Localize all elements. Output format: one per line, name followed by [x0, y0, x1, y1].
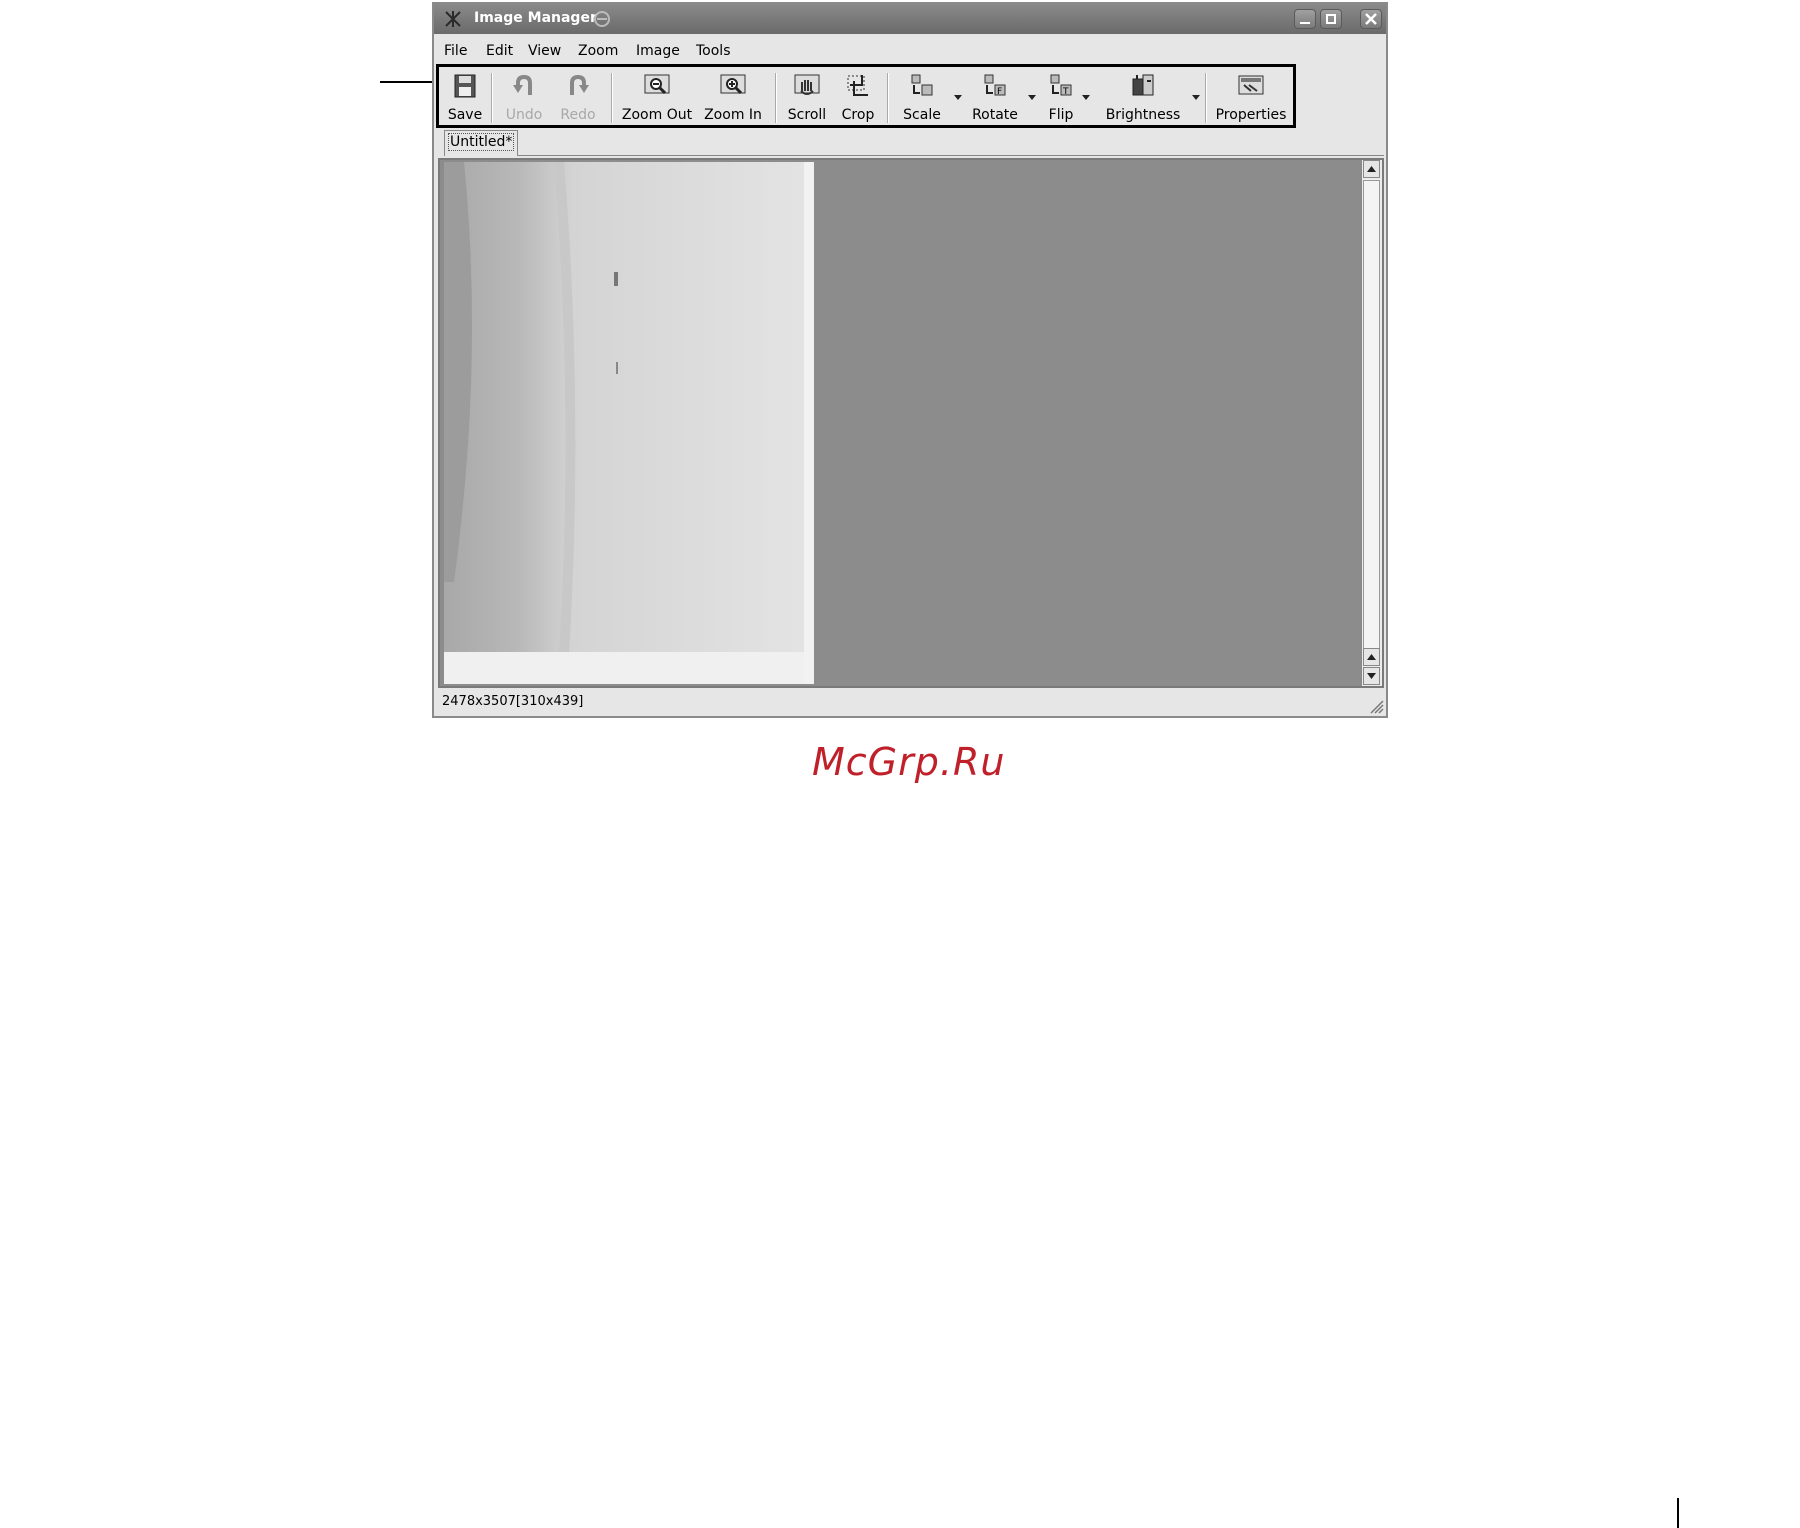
scrollbar-thumb[interactable] — [1363, 180, 1380, 656]
scale-label: Scale — [903, 107, 941, 123]
title-bar[interactable]: Image Manager — [434, 4, 1386, 34]
zoom-in-label: Zoom In — [704, 107, 762, 123]
hand-scroll-icon — [794, 74, 820, 95]
flip-dropdown-icon[interactable] — [1081, 93, 1091, 101]
toolbar-separator — [491, 73, 493, 123]
svg-text:F: F — [997, 87, 1002, 97]
toolbar-separator — [611, 73, 613, 123]
properties-button[interactable]: Properties — [1211, 71, 1291, 123]
flip-label: Flip — [1048, 107, 1074, 123]
arrow-up-icon — [1367, 654, 1376, 660]
scale-dropdown-icon[interactable] — [953, 93, 963, 101]
resize-grip-icon[interactable] — [1370, 700, 1384, 714]
brightness-button[interactable]: Brightness — [1095, 71, 1191, 123]
zoom-in-button[interactable]: Zoom In — [699, 71, 767, 123]
save-label: Save — [447, 107, 483, 123]
redo-label: Redo — [560, 107, 596, 123]
flip-icon: T — [1050, 74, 1072, 97]
brightness-icon — [1132, 74, 1154, 96]
zoom-out-label: Zoom Out — [621, 107, 693, 123]
toolbar-separator — [887, 73, 889, 123]
image-manager-window: Image Manager File Edit View Zoom Image … — [432, 2, 1388, 718]
shade-icon[interactable] — [592, 9, 612, 29]
menu-file[interactable]: File — [444, 43, 467, 59]
rotate-dropdown-icon[interactable] — [1027, 93, 1037, 101]
flip-button[interactable]: T Flip — [1039, 71, 1083, 123]
rotate-icon: F — [984, 74, 1006, 97]
svg-text:T: T — [1062, 87, 1069, 97]
scale-button[interactable]: Scale — [895, 71, 949, 123]
save-button[interactable]: Save — [443, 71, 487, 123]
scroll-down-button[interactable] — [1363, 667, 1380, 685]
menu-edit[interactable]: Edit — [486, 43, 513, 59]
zoom-out-icon — [644, 74, 670, 95]
scale-icon — [911, 74, 933, 96]
scroll-up-button[interactable] — [1363, 160, 1380, 178]
menu-zoom[interactable]: Zoom — [578, 43, 618, 59]
minimize-button[interactable] — [1294, 9, 1316, 29]
undo-label: Undo — [505, 107, 543, 123]
tab-label: Untitled* — [448, 133, 515, 151]
maximize-icon — [1326, 14, 1336, 24]
toolbar: Save Undo Redo Zoom Out Zoom In Scroll C… — [436, 64, 1296, 128]
close-icon — [1365, 13, 1377, 25]
close-button[interactable] — [1360, 9, 1382, 29]
vertical-scrollbar[interactable] — [1361, 160, 1382, 686]
tab-divider — [518, 155, 1384, 156]
properties-label: Properties — [1215, 107, 1287, 123]
brightness-dropdown-icon[interactable] — [1191, 93, 1201, 101]
floppy-disk-icon — [454, 74, 476, 98]
redo-button[interactable]: Redo — [551, 71, 605, 123]
maximize-button[interactable] — [1320, 9, 1342, 29]
tab-untitled[interactable]: Untitled* — [444, 130, 518, 156]
scroll-up-button-lower[interactable] — [1363, 648, 1380, 666]
toolbar-separator — [775, 73, 777, 123]
rotate-label: Rotate — [972, 107, 1018, 123]
status-text: 2478x3507[310x439] — [442, 694, 584, 709]
callout-line — [380, 81, 436, 83]
arrow-up-icon — [1367, 166, 1376, 172]
crop-button[interactable]: Crop — [835, 71, 881, 123]
minimize-icon — [1300, 22, 1310, 24]
properties-icon — [1238, 75, 1264, 95]
scroll-button[interactable]: Scroll — [781, 71, 833, 123]
crop-icon — [847, 75, 868, 96]
undo-button[interactable]: Undo — [497, 71, 551, 123]
menu-image[interactable]: Image — [636, 43, 680, 59]
page-edge-mark — [1677, 1498, 1679, 1528]
rotate-button[interactable]: F Rotate — [965, 71, 1025, 123]
app-icon — [445, 11, 461, 27]
watermark: McGrp.Ru — [812, 740, 1006, 784]
redo-icon — [570, 74, 589, 95]
image-canvas[interactable] — [438, 158, 1384, 688]
zoom-out-button[interactable]: Zoom Out — [619, 71, 695, 123]
scanned-image — [444, 162, 814, 684]
window-title: Image Manager — [474, 10, 597, 26]
crop-label: Crop — [841, 107, 875, 123]
menu-bar: File Edit View Zoom Image Tools — [434, 36, 1386, 64]
undo-icon — [513, 74, 532, 95]
menu-tools[interactable]: Tools — [696, 43, 731, 59]
menu-view[interactable]: View — [528, 43, 561, 59]
zoom-in-icon — [720, 74, 746, 95]
scroll-label: Scroll — [787, 107, 827, 123]
toolbar-separator — [1205, 73, 1207, 123]
brightness-label: Brightness — [1105, 107, 1181, 123]
arrow-down-icon — [1367, 673, 1376, 679]
